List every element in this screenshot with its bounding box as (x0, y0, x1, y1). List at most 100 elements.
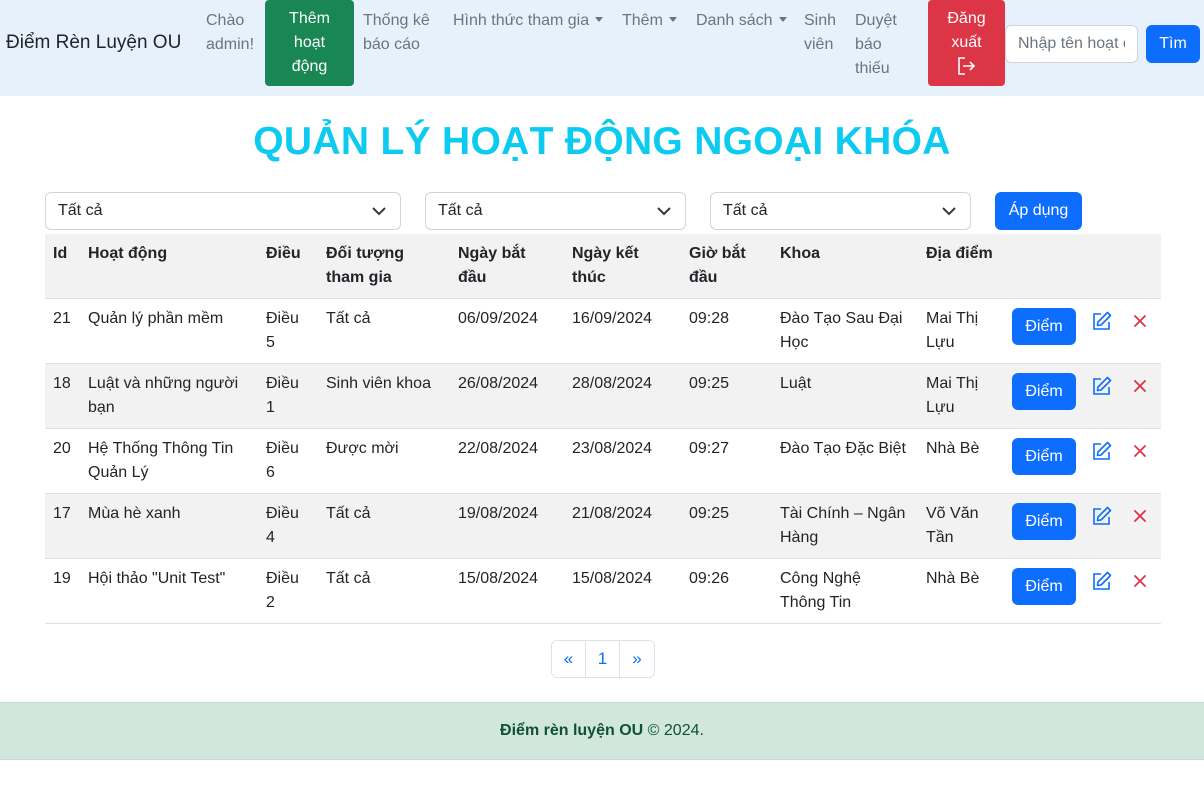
button-label-line: Đăng (947, 10, 986, 27)
nav-label-line: báo (855, 36, 882, 53)
table-row: 18 Luật và những người bạn Điều 1 Sinh viên k… (45, 364, 1161, 429)
cell-line: 4 (266, 529, 275, 546)
greeting-line: Chào (206, 12, 245, 29)
edit-icon[interactable] (1092, 441, 1112, 461)
header-target: Đối tượng tham gia (326, 242, 404, 290)
button-label-line: hoạt (293, 34, 326, 51)
cell-line: Đào Tạo Sau Đại (780, 310, 903, 327)
table-body: 21 Quản lý phần mềm Điều 5 Tất cả 06/09/2024 1… (45, 299, 1161, 624)
header-line: đầu (458, 269, 487, 286)
filter-select-1[interactable]: Tất cả (45, 192, 401, 230)
score-button[interactable]: Điểm (1012, 568, 1076, 605)
cell-start: 15/08/2024 (458, 570, 539, 587)
nav-lists-dropdown[interactable]: Danh sách (696, 9, 787, 33)
edit-icon[interactable] (1092, 571, 1112, 591)
header-line: Ngày kết (572, 245, 639, 262)
table-row: 19 Hội thảo "Unit Test" Điều 2 Tất cả 15/08/2… (45, 559, 1161, 624)
nav-more-dropdown[interactable]: Thêm (622, 9, 677, 33)
delete-icon[interactable] (1133, 379, 1147, 393)
cell-end: 16/09/2024 (572, 310, 653, 327)
chevron-down-icon (942, 207, 956, 216)
cell-line: Lựu (926, 334, 955, 351)
logout-button[interactable]: Đăng xuất (928, 0, 1005, 86)
cell-activity: Hội thảo "Unit Test" (88, 567, 225, 591)
cell-end: 23/08/2024 (572, 440, 653, 457)
edit-icon[interactable] (1092, 506, 1112, 526)
chevron-down-icon (657, 207, 671, 216)
header-end-date: Ngày kết thúc (572, 242, 639, 290)
header-faculty: Khoa (780, 245, 820, 262)
cell-line: Quản Lý (88, 464, 149, 481)
filter-select-3[interactable]: Tất cả (710, 192, 971, 230)
cell-line: Võ Văn (926, 505, 979, 522)
cell-start: 26/08/2024 (458, 375, 539, 392)
nav-approve-missing[interactable]: Duyệt báo thiếu (855, 9, 897, 81)
delete-icon[interactable] (1133, 444, 1147, 458)
cell-end: 28/08/2024 (572, 375, 653, 392)
cell-target: Tất cả (326, 505, 371, 522)
cell-target: Tất cả (326, 310, 371, 327)
cell-line: 1 (266, 399, 275, 416)
header-id: Id (53, 245, 68, 262)
header-line: đầu (689, 269, 718, 286)
pagination-prev[interactable]: « (552, 641, 586, 677)
cell-start: 22/08/2024 (458, 440, 539, 457)
chevron-down-icon (372, 207, 386, 216)
cell-line: Mai Thị (926, 310, 979, 327)
delete-icon[interactable] (1133, 574, 1147, 588)
cell-location: Võ Văn Tần (926, 502, 978, 550)
cell-time: 09:27 (689, 440, 730, 457)
cell-location: Nhà Bè (926, 567, 979, 591)
cell-line: Hệ Thống Thông Tin (88, 440, 234, 457)
cell-location: Mai Thị Lựu (926, 307, 978, 355)
cell-id: 21 (53, 310, 71, 327)
cell-activity: Luật và những người bạn (88, 372, 238, 420)
navbar: Điểm Rèn Luyện OU Chào admin! Thêm hoạt … (0, 0, 1204, 96)
nav-students[interactable]: Sinh viên (804, 9, 836, 57)
cell-line: Quản lý phần mềm (88, 310, 224, 327)
nav-report-stats[interactable]: Thống kê báo cáo (363, 9, 430, 57)
table-row: 20 Hệ Thống Thông Tin Quản Lý Điều 6 Được mời… (45, 429, 1161, 494)
score-button[interactable]: Điểm (1012, 308, 1076, 345)
add-activity-button[interactable]: Thêm hoạt động (265, 0, 354, 86)
header-location: Địa điểm (926, 245, 993, 262)
button-label-line: xuất (951, 34, 982, 51)
header-start-time: Giờ bắt đầu (689, 242, 746, 290)
logout-icon (957, 57, 975, 75)
score-button[interactable]: Điểm (1012, 503, 1076, 540)
pagination-page[interactable]: 1 (586, 641, 620, 677)
brand-link[interactable]: Điểm Rèn Luyện OU (6, 32, 181, 54)
cell-activity: Hệ Thống Thông Tin Quản Lý (88, 437, 233, 485)
header-line: Ngày bắt (458, 245, 526, 262)
filter-select-2[interactable]: Tất cả (425, 192, 686, 230)
activities-table: Id Hoạt động Điều Đối tượng tham gia Ngà… (45, 234, 1161, 624)
edit-icon[interactable] (1092, 311, 1112, 331)
nav-participation-form-dropdown[interactable]: Hình thức tham gia (453, 9, 603, 33)
header-line: tham gia (326, 269, 392, 286)
cell-line: Mùa hè xanh (88, 505, 181, 522)
cell-line: Học (780, 334, 809, 351)
cell-rule: Điều 2 (266, 567, 299, 615)
search-input[interactable] (1005, 25, 1138, 63)
cell-rule: Điều 6 (266, 437, 299, 485)
pagination-next[interactable]: » (620, 641, 654, 677)
score-button[interactable]: Điểm (1012, 438, 1076, 475)
search-button[interactable]: Tìm (1146, 25, 1200, 63)
cell-time: 09:28 (689, 310, 730, 327)
cell-location: Mai Thị Lựu (926, 372, 978, 420)
filter-select-value: Tất cả (723, 202, 768, 219)
score-button[interactable]: Điểm (1012, 373, 1076, 410)
delete-icon[interactable] (1133, 509, 1147, 523)
cell-faculty: Đào Tạo Sau Đại Học (780, 307, 902, 355)
cell-line: 6 (266, 464, 275, 481)
delete-icon[interactable] (1133, 314, 1147, 328)
greeting: Chào admin! (206, 9, 254, 57)
cell-line: Điều (266, 570, 299, 587)
cell-id: 17 (53, 505, 71, 522)
cell-line: Điều (266, 440, 299, 457)
cell-target: Tất cả (326, 570, 371, 587)
edit-icon[interactable] (1092, 376, 1112, 396)
apply-filter-button[interactable]: Áp dụng (995, 192, 1082, 230)
cell-activity: Quản lý phần mềm (88, 307, 223, 331)
cell-line: Nhà Bè (926, 570, 980, 587)
